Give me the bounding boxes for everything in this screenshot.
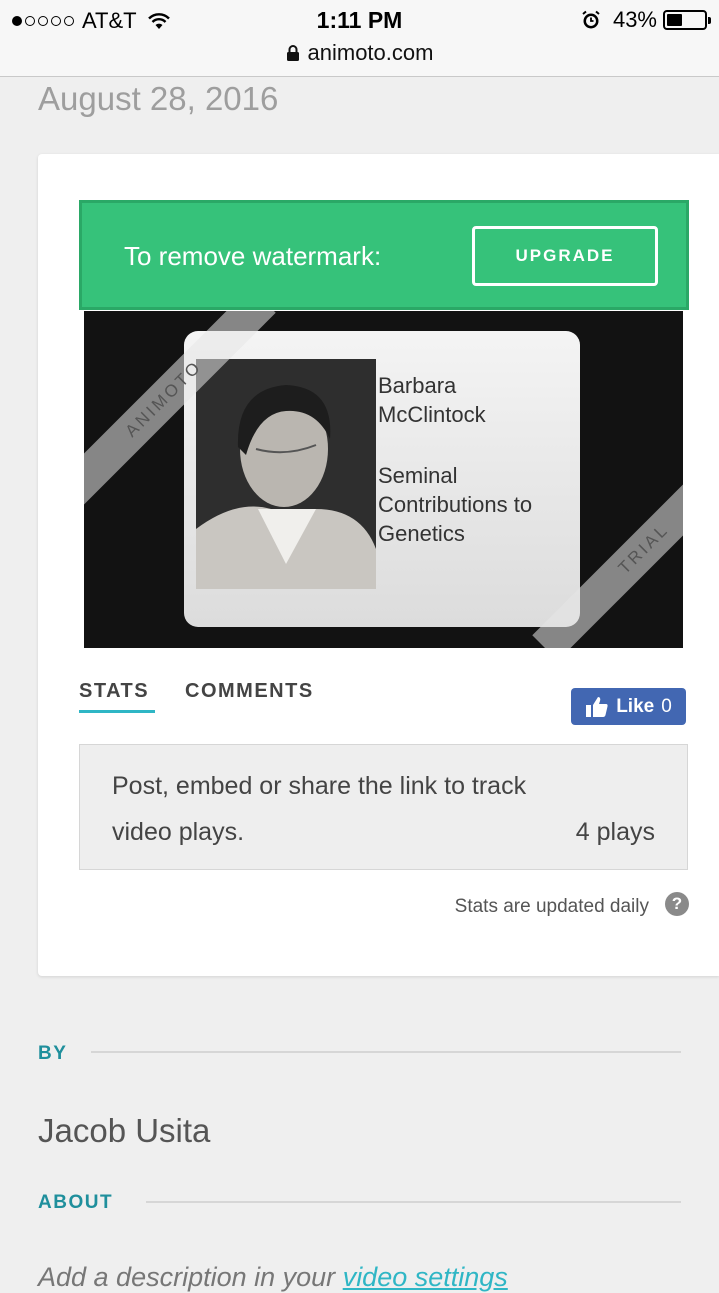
like-count: 0 <box>661 695 672 717</box>
status-right: 43% <box>581 7 711 33</box>
about-description: Add a description in your video settings <box>38 1262 508 1293</box>
about-label: ABOUT <box>38 1192 114 1213</box>
by-divider <box>91 1051 681 1053</box>
video-settings-link[interactable]: video settings <box>343 1262 508 1292</box>
thumbs-up-icon <box>586 696 608 717</box>
tab-stats[interactable]: STATS <box>79 680 149 703</box>
battery-icon <box>663 10 711 30</box>
video-card: To remove watermark: UPGRADE Barbara McC… <box>38 154 719 976</box>
video-player[interactable]: Barbara McClintock Seminal Contributions… <box>84 311 683 648</box>
stats-panel: Post, embed or share the link to track v… <box>79 744 688 870</box>
like-label: Like <box>616 695 655 717</box>
video-title-line1: Barbara <box>378 373 457 398</box>
tab-stats-active-indicator <box>79 710 155 713</box>
video-subtitle-line1: Seminal <box>378 463 458 488</box>
about-description-text: Add a description in your <box>38 1262 343 1292</box>
video-title-line2: McClintock <box>378 402 486 427</box>
watermark-banner: To remove watermark: UPGRADE <box>79 200 689 310</box>
tab-comments[interactable]: COMMENTS <box>185 680 314 703</box>
by-label: BY <box>38 1043 68 1064</box>
portrait-image <box>196 359 376 589</box>
lock-icon <box>286 45 299 61</box>
alarm-icon <box>582 10 600 29</box>
play-count: 4 plays <box>575 818 655 846</box>
help-icon[interactable]: ? <box>665 892 689 916</box>
stats-message: Post, embed or share the link to track v… <box>112 772 527 846</box>
battery-percent: 43% <box>612 7 657 32</box>
stats-updated-note: Stats are updated daily <box>454 896 649 917</box>
video-subtitle-line3: Genetics <box>378 521 465 546</box>
video-subtitle-line2: Contributions to <box>378 492 533 517</box>
address-bar[interactable]: animoto.com <box>0 40 719 66</box>
url-text: animoto.com <box>307 40 434 65</box>
facebook-like-button[interactable]: Like 0 <box>571 688 686 725</box>
status-bar: AT&T 1:11 PM 43% animoto.com <box>0 0 719 77</box>
author-name: Jacob Usita <box>38 1112 211 1149</box>
watermark-banner-text: To remove watermark: <box>124 241 382 271</box>
video-date: August 28, 2016 <box>38 80 279 117</box>
about-divider <box>146 1201 681 1203</box>
upgrade-button[interactable]: UPGRADE <box>472 226 658 286</box>
